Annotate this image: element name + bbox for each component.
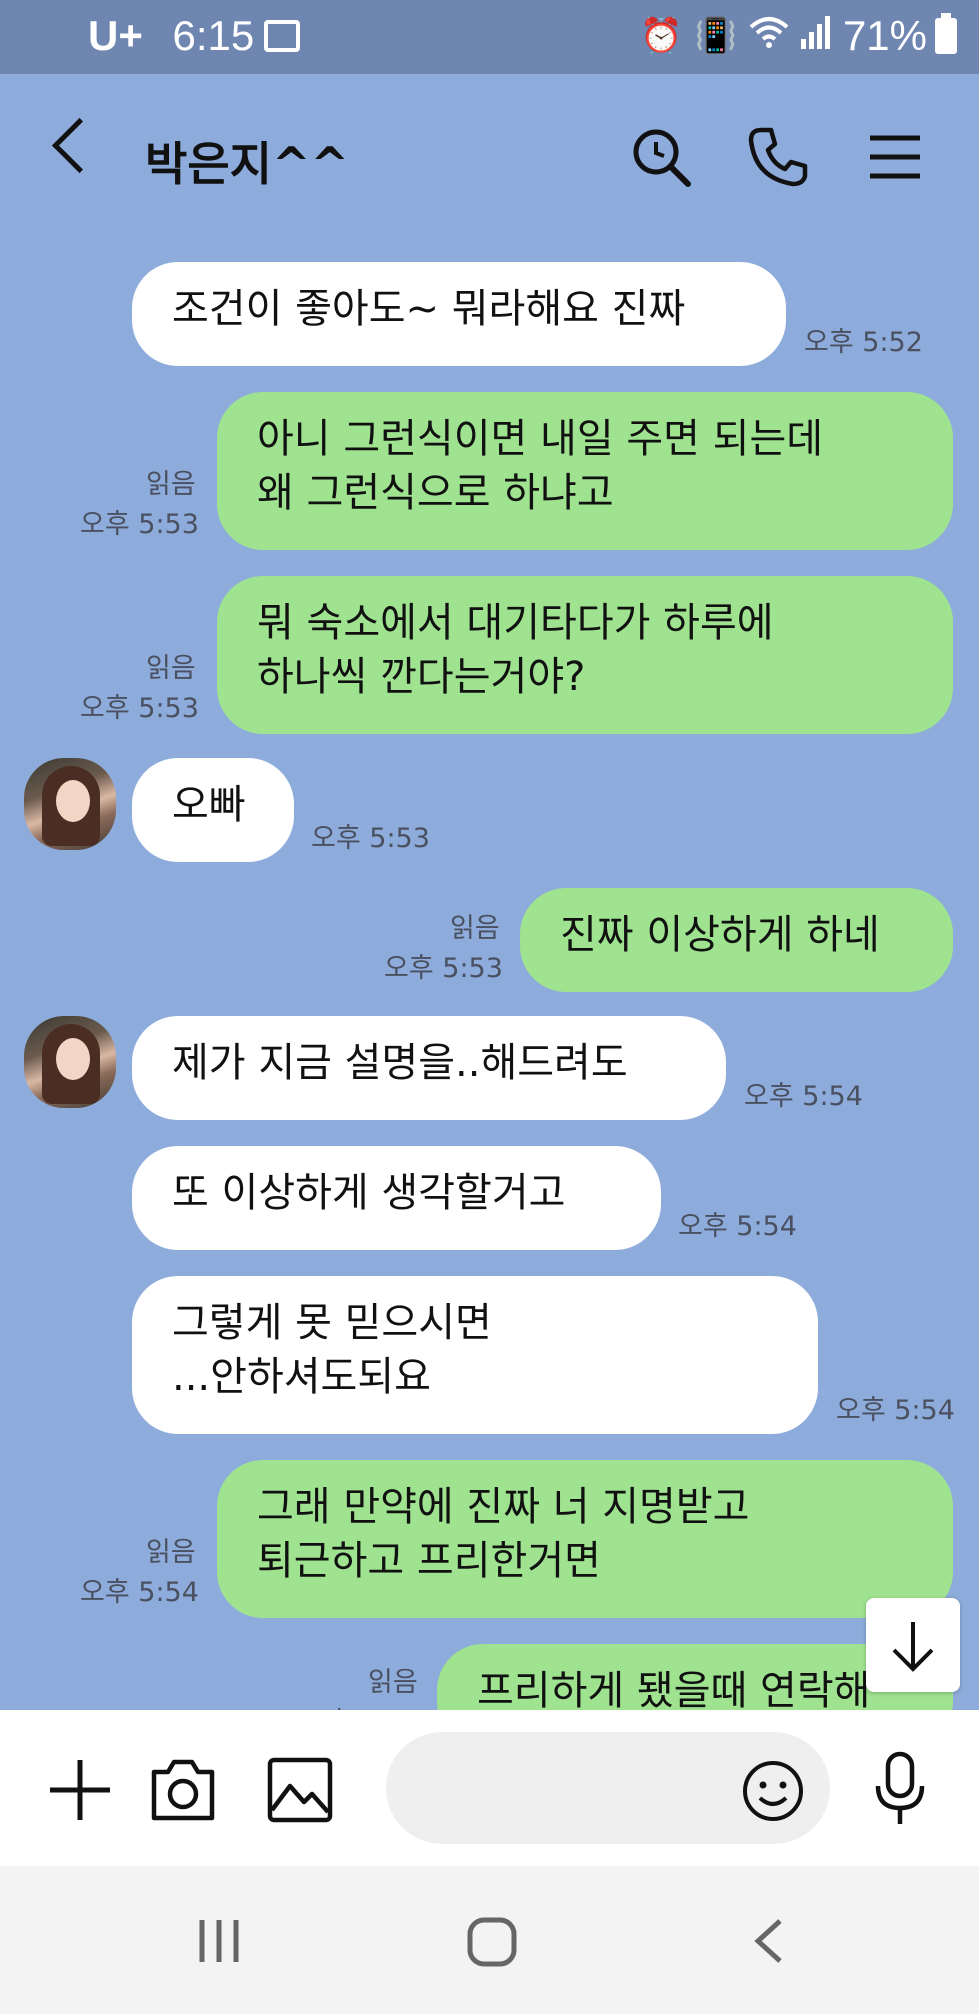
image-icon[interactable] [266, 1756, 334, 1828]
read-receipt: 읽음 [368, 1667, 418, 1698]
back-arrow-icon[interactable] [51, 117, 108, 174]
mic-icon[interactable] [872, 1750, 928, 1834]
avatar[interactable] [24, 758, 116, 850]
status-left: U+ 6:15 [88, 12, 254, 60]
message-time: 오후 5:53 [384, 953, 503, 984]
battery-level: 71% [842, 12, 927, 59]
gallery-notification-icon [264, 20, 300, 52]
wifi-icon [749, 15, 789, 58]
recent-apps-icon[interactable] [196, 1918, 242, 1968]
menu-icon[interactable] [860, 122, 930, 192]
message-bubble[interactable]: 또 이상하게 생각할거고 [132, 1146, 661, 1250]
chat-title[interactable]: 박은지^^ [145, 128, 349, 194]
message-bubble[interactable]: 조건이 좋아도~ 뭐라해요 진짜 [132, 262, 786, 366]
home-icon[interactable] [466, 1916, 518, 1972]
battery-icon [935, 13, 957, 54]
scroll-to-bottom-button[interactable] [866, 1598, 960, 1692]
message-bubble[interactable]: 오빠 [132, 758, 294, 862]
read-receipt: 읽음 [450, 913, 500, 944]
message-time: 오후 5:54 [836, 1395, 955, 1426]
message-time: 오후 5:52 [804, 327, 923, 358]
plus-icon[interactable] [46, 1756, 114, 1828]
status-bar: U+ 6:15 ⏰ 📳 71% [0, 0, 979, 74]
input-bar [0, 1710, 979, 1866]
camera-icon[interactable] [148, 1756, 218, 1828]
message-time: 오후 5:54 [80, 1577, 199, 1608]
status-right: ⏰ 📳 71% [640, 12, 957, 60]
read-receipt: 읽음 [146, 469, 196, 500]
read-receipt: 읽음 [146, 653, 196, 684]
message-bubble[interactable]: 뭐 숙소에서 대기타다가 하루에 하나씩 깐다는거야? [217, 576, 953, 734]
message-bubble[interactable]: 그래 만약에 진짜 너 지명받고 퇴근하고 프리한거면 [217, 1460, 953, 1618]
carrier-label: U+ [88, 12, 143, 59]
system-nav-bar [0, 1866, 979, 2014]
vibrate-icon: 📳 [694, 17, 737, 55]
message-time: 오후 5:53 [311, 823, 430, 854]
arrow-down-icon [892, 1622, 934, 1672]
avatar[interactable] [24, 1016, 116, 1108]
message-time: 오후 5:54 [744, 1081, 863, 1112]
alarm-icon: ⏰ [640, 17, 683, 55]
signal-icon [800, 15, 831, 58]
avatar-face [56, 1038, 90, 1080]
search-icon[interactable] [626, 122, 696, 192]
message-time: 오후 5:54 [678, 1211, 797, 1242]
clock: 6:15 [172, 12, 255, 59]
message-time: 오후 5:53 [80, 693, 199, 724]
message-bubble[interactable]: 그렇게 못 믿으시면 ...안하셔도되요 [132, 1276, 818, 1434]
message-bubble[interactable]: 제가 지금 설명을..해드려도 [132, 1016, 726, 1120]
message-bubble[interactable]: 아니 그런식이면 내일 주면 되는데 왜 그런식으로 하냐고 [217, 392, 953, 550]
phone-icon[interactable] [743, 122, 813, 192]
message-bubble[interactable]: 진짜 이상하게 하네 [520, 888, 953, 992]
read-receipt: 읽음 [146, 1537, 196, 1568]
back-nav-icon[interactable] [750, 1918, 786, 1968]
message-time: 오후 5:53 [80, 509, 199, 540]
avatar-face [56, 780, 90, 822]
emoji-icon[interactable] [742, 1760, 804, 1826]
